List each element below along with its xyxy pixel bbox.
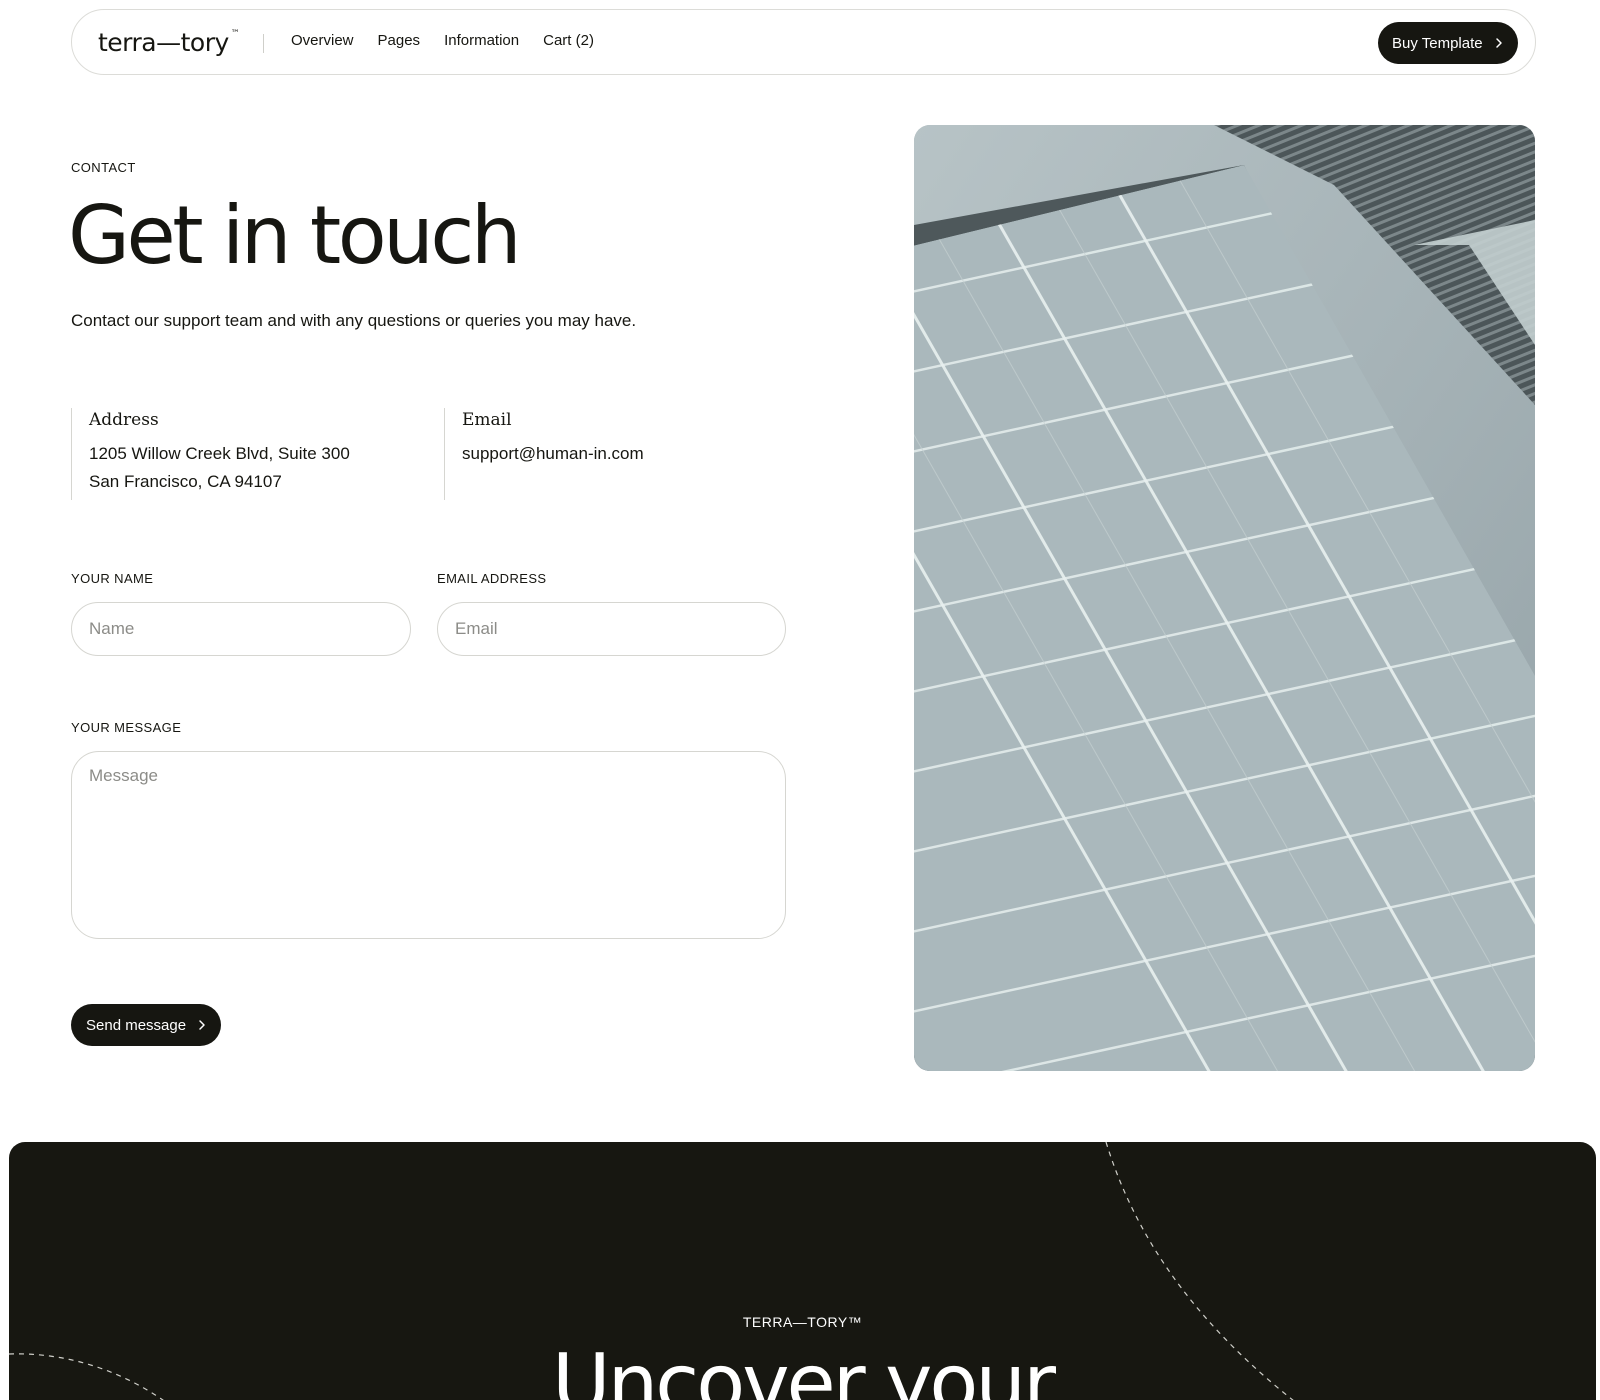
nav-link-overview[interactable]: Overview (291, 32, 354, 49)
name-field-label: YOUR NAME (71, 571, 154, 586)
footer-section: TERRA—TORY™ Uncover your (9, 1142, 1596, 1400)
message-field-label: YOUR MESSAGE (71, 720, 182, 735)
nav-links: Overview Pages Information Cart (2) (291, 32, 594, 49)
buy-template-label: Buy Template (1392, 34, 1483, 52)
nav-link-pages[interactable]: Pages (378, 32, 421, 49)
email-block: Email support@human-in.com (444, 408, 814, 500)
nav-divider (263, 34, 264, 53)
send-message-button[interactable]: Send message (71, 1004, 221, 1046)
lead-text: Contact our support team and with any qu… (71, 311, 637, 330)
nav-link-cart[interactable]: Cart (2) (543, 32, 594, 49)
address-line-1: 1205 Willow Creek Blvd, Suite 300 (89, 444, 350, 463)
email-value[interactable]: support@human-in.com (462, 440, 814, 468)
top-navigation: terra—tory ™ Overview Pages Information C… (71, 9, 1536, 75)
email-input[interactable] (437, 602, 786, 656)
email-field-label: EMAIL ADDRESS (437, 571, 547, 586)
buy-template-button[interactable]: Buy Template (1378, 22, 1518, 64)
name-input[interactable] (71, 602, 411, 656)
logo-text: terra—tory (98, 28, 229, 57)
chevron-right-icon (1496, 38, 1502, 48)
logo[interactable]: terra—tory ™ (98, 28, 240, 57)
solar-panel-illustration (914, 125, 1535, 1071)
page-title: Get in touch (68, 189, 522, 282)
address-block: Address 1205 Willow Creek Blvd, Suite 30… (71, 408, 441, 500)
address-line-2: San Francisco, CA 94107 (89, 472, 282, 491)
chevron-right-icon (199, 1020, 205, 1030)
footer-heading: Uncover your (552, 1337, 1056, 1400)
footer-brand: TERRA—TORY™ (742, 1314, 863, 1330)
address-value: 1205 Willow Creek Blvd, Suite 300 San Fr… (89, 440, 441, 496)
email-label: Email (462, 410, 512, 430)
section-eyebrow: CONTACT (71, 160, 136, 175)
solar-panel-image (914, 125, 1535, 1071)
message-textarea[interactable] (71, 751, 786, 939)
nav-link-information[interactable]: Information (444, 32, 519, 49)
logo-trademark: ™ (230, 28, 240, 39)
address-label: Address (89, 410, 159, 430)
send-message-label: Send message (86, 1016, 187, 1034)
